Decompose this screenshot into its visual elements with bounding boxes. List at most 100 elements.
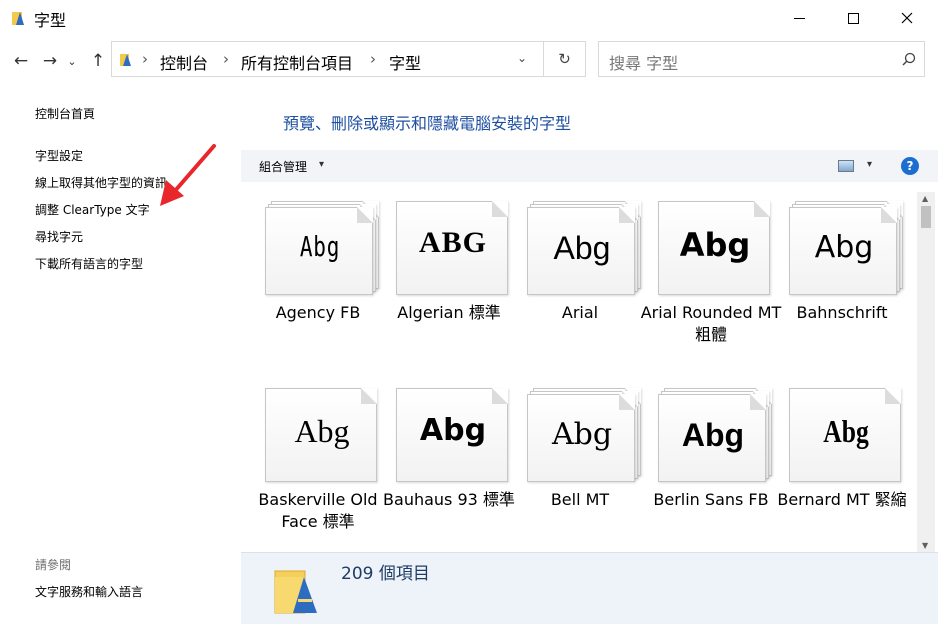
- breadcrumb-separator[interactable]: ›: [370, 50, 376, 68]
- font-name: Arial Rounded MT 粗體: [640, 303, 782, 344]
- font-item[interactable]: Abg Bell MT: [505, 379, 641, 552]
- maximize-button[interactable]: [830, 0, 876, 36]
- font-sample: Abg: [299, 230, 341, 263]
- font-family-icon: Abg: [527, 201, 641, 295]
- font-name: Bauhaus 93 標準: [383, 490, 515, 509]
- font-name: Baskerville Old Face 標準: [258, 490, 378, 531]
- font-page: Abg: [658, 201, 770, 295]
- sidebar-item-control-panel-home[interactable]: 控制台首頁: [35, 105, 95, 122]
- font-item[interactable]: ABG Algerian 標準: [374, 192, 508, 376]
- vertical-scrollbar[interactable]: ▲ ▼: [917, 192, 935, 552]
- font-sample: Abg: [294, 413, 350, 449]
- font-file-icon: Abg: [789, 388, 901, 482]
- font-item[interactable]: Abg Arial Rounded MT 粗體: [636, 192, 781, 376]
- see-also-heading: 請參閱: [35, 558, 72, 572]
- organize-button[interactable]: 組合管理: [259, 158, 307, 175]
- sidebar-item-find-character[interactable]: 尋找字元: [35, 228, 83, 245]
- font-sample: Abg: [823, 413, 869, 449]
- font-page: Abg: [265, 207, 373, 295]
- breadcrumb-all-items[interactable]: 所有控制台項目: [241, 50, 353, 74]
- sidebar-item-font-settings[interactable]: 字型設定: [35, 147, 83, 164]
- sidebar-item-get-fonts-online[interactable]: 線上取得其他字型的資訊: [35, 174, 167, 191]
- font-sample: Abg: [553, 230, 611, 266]
- font-item[interactable]: Abg Agency FB: [243, 192, 379, 376]
- address-history-dropdown[interactable]: ⌄: [517, 51, 527, 65]
- font-item[interactable]: Abg Arial: [505, 192, 641, 376]
- font-name: Bernard MT 緊縮: [777, 490, 907, 509]
- item-count: 209 個項目: [341, 564, 430, 584]
- left-pane: 控制台首頁 字型設定 線上取得其他字型的資訊 調整 ClearType 文字 尋…: [0, 84, 240, 624]
- font-sample: Abg: [679, 226, 751, 264]
- sidebar-item-text-services[interactable]: 文字服務和輸入語言: [35, 583, 143, 600]
- sidebar-item-adjust-cleartype[interactable]: 調整 ClearType 文字: [35, 201, 150, 218]
- font-item[interactable]: Abg Berlin Sans FB: [636, 379, 772, 552]
- fonts-folder-icon: [120, 54, 131, 66]
- font-item[interactable]: Abg Bauhaus 93 標準: [374, 379, 515, 552]
- command-bar: 組合管理 ▾ ▾ ?: [241, 150, 938, 182]
- font-page: Abg: [658, 394, 766, 482]
- scroll-up-icon[interactable]: ▲: [922, 194, 928, 203]
- page-fold: [619, 207, 635, 223]
- sidebar-item-download-fonts[interactable]: 下載所有語言的字型: [35, 255, 143, 272]
- navigation-bar: ← → ⌄ ↑ › 控制台 › 所有控制台項目 › 字型 ⌄ ↻ 搜尋 字型: [0, 36, 938, 84]
- chevron-down-icon[interactable]: ▾: [867, 159, 872, 170]
- font-name: Bell MT: [550, 490, 610, 509]
- change-view-icon[interactable]: [838, 160, 854, 172]
- font-item[interactable]: Abg Bernard MT 緊縮: [767, 379, 907, 552]
- font-grid: Abg Agency FB ABG Algerian 標準 Abg Arial Abg Ari…: [241, 192, 917, 552]
- scrollbar-thumb[interactable]: [921, 206, 931, 228]
- font-page: Abg: [265, 388, 377, 482]
- font-sample: Abg: [814, 230, 874, 265]
- font-sample: ABG: [418, 226, 487, 259]
- breadcrumb-separator[interactable]: ›: [142, 50, 148, 68]
- font-page: Abg: [396, 388, 508, 482]
- page-fold: [750, 394, 766, 410]
- font-name: Agency FB: [275, 303, 361, 322]
- fonts-folder-icon: [274, 570, 317, 614]
- font-sample: Abg: [551, 417, 613, 452]
- font-sample: Abg: [419, 413, 487, 448]
- chevron-down-icon[interactable]: ▾: [319, 159, 324, 170]
- title-bar: 字型: [0, 0, 938, 36]
- font-page: Abg: [789, 388, 901, 482]
- search-box[interactable]: 搜尋 字型: [598, 41, 925, 77]
- minimize-button[interactable]: [776, 0, 822, 36]
- page-title: 預覽、刪除或顯示和隱藏電腦安裝的字型: [283, 114, 572, 133]
- font-page: Abg: [789, 207, 897, 295]
- font-item[interactable]: Abg Baskerville Old Face 標準: [243, 379, 378, 552]
- minimize-icon: [793, 17, 805, 19]
- back-button[interactable]: ←: [10, 50, 32, 72]
- scroll-down-icon[interactable]: ▼: [922, 541, 928, 550]
- close-button[interactable]: [884, 0, 930, 36]
- font-item[interactable]: Abg Bahnschrift: [767, 192, 903, 376]
- details-pane: 209 個項目: [241, 552, 938, 624]
- font-page: Abg: [527, 207, 635, 295]
- font-file-icon: Abg: [396, 388, 508, 482]
- font-family-icon: Abg: [789, 201, 903, 295]
- font-name: Bahnschrift: [796, 303, 888, 322]
- font-name: Berlin Sans FB: [653, 490, 769, 509]
- breadcrumb-separator[interactable]: ›: [223, 50, 229, 68]
- font-file-icon: Abg: [658, 201, 770, 295]
- page-fold: [619, 394, 635, 410]
- breadcrumb-fonts[interactable]: 字型: [389, 50, 421, 74]
- recent-locations-button[interactable]: ⌄: [64, 50, 80, 72]
- font-name: Algerian 標準: [397, 303, 501, 322]
- font-family-icon: Abg: [658, 388, 772, 482]
- refresh-icon: ↻: [558, 50, 571, 68]
- maximize-icon: [847, 12, 859, 24]
- page-fold: [881, 207, 897, 223]
- address-bar[interactable]: › 控制台 › 所有控制台項目 › 字型 ⌄: [111, 41, 544, 77]
- font-name: Arial: [561, 303, 599, 322]
- close-icon: [901, 12, 913, 24]
- up-button[interactable]: ↑: [87, 50, 109, 72]
- forward-button[interactable]: →: [39, 50, 61, 72]
- font-page: Abg: [527, 394, 635, 482]
- breadcrumb-control-panel[interactable]: 控制台: [160, 50, 208, 74]
- help-button[interactable]: ?: [901, 157, 919, 175]
- main-pane: 預覽、刪除或顯示和隱藏電腦安裝的字型 組合管理 ▾ ▾ ? Abg Agency …: [241, 84, 938, 624]
- font-file-icon: ABG: [396, 201, 508, 295]
- font-page: ABG: [396, 201, 508, 295]
- search-icon: [902, 52, 916, 66]
- refresh-button[interactable]: ↻: [544, 41, 586, 77]
